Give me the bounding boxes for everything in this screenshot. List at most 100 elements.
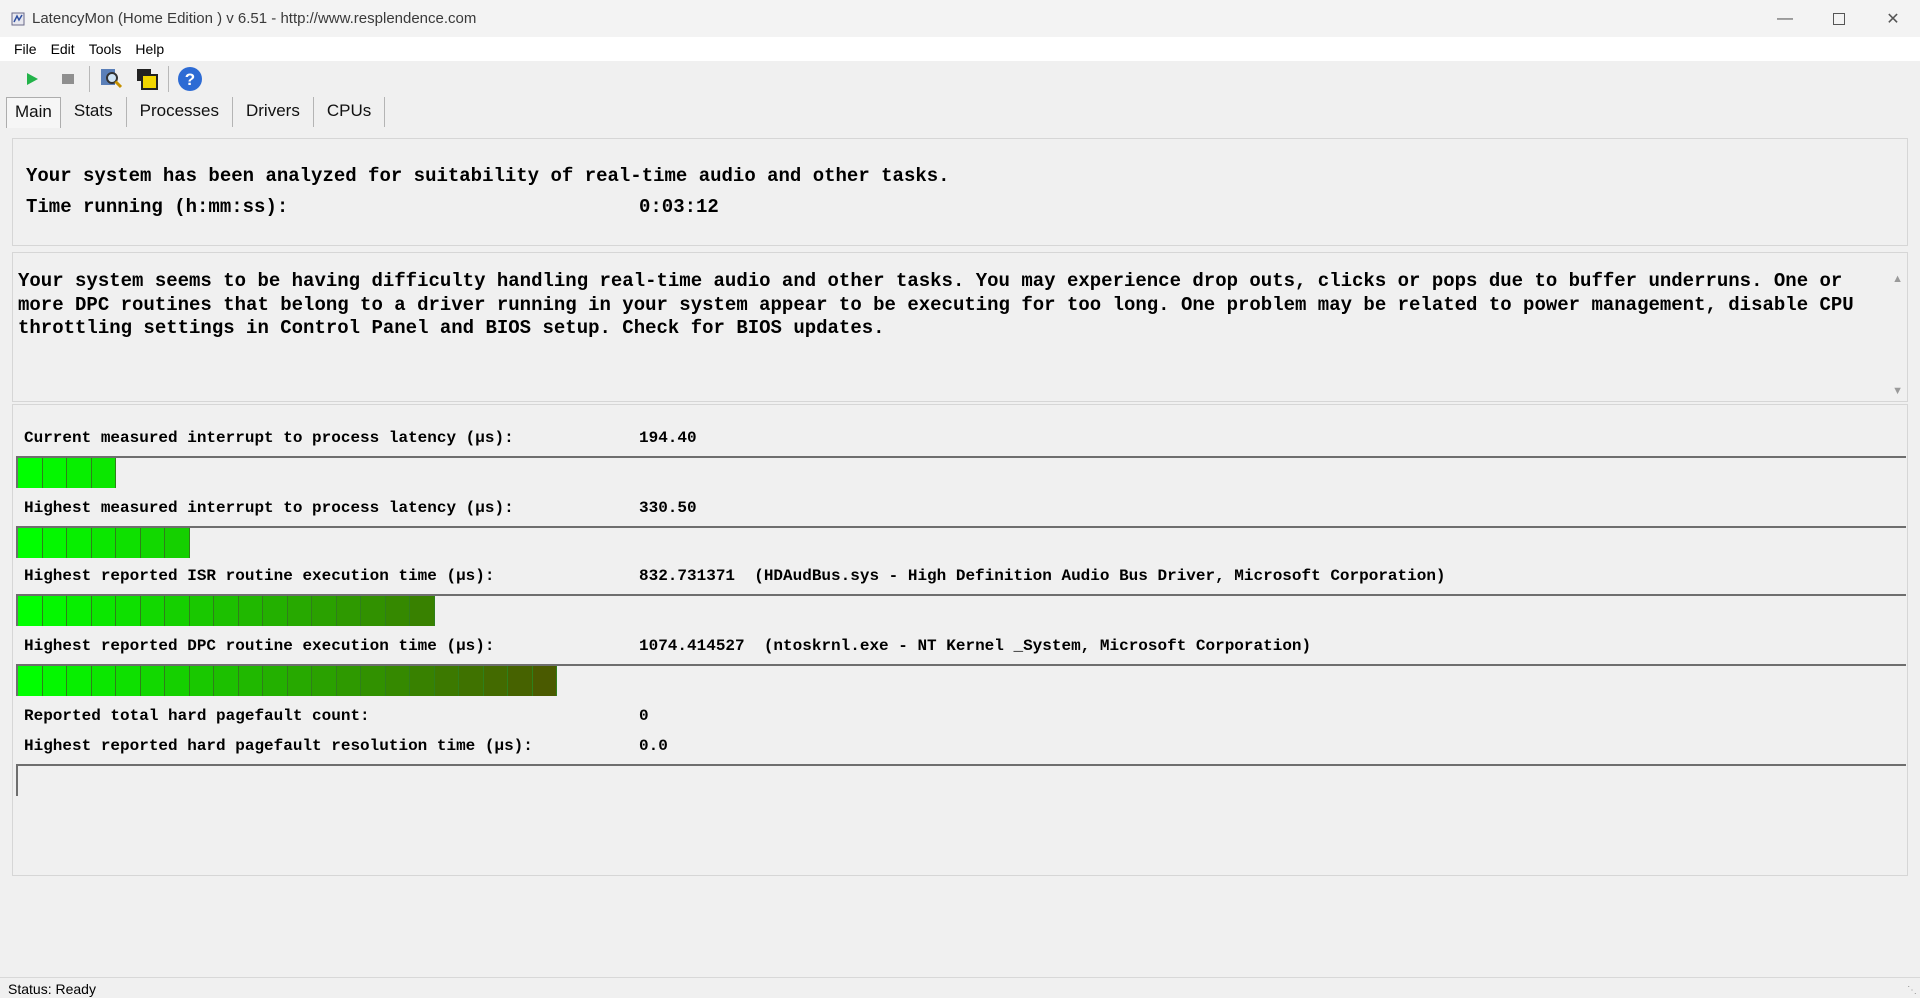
resize-grip-icon[interactable]: ⋱ — [1907, 985, 1917, 996]
meter-segment — [214, 596, 239, 626]
meter-segment — [140, 666, 165, 696]
time-running-value: 0:03:12 — [639, 196, 719, 218]
metrics-panel: Current measured interrupt to process la… — [12, 404, 1908, 876]
meter-segment — [42, 596, 67, 626]
meter-segment — [18, 528, 43, 558]
meter-segment — [287, 596, 312, 626]
meter-segment — [67, 596, 92, 626]
toolbar-separator — [168, 66, 169, 92]
meter-segment — [91, 596, 116, 626]
play-icon[interactable] — [14, 62, 50, 96]
dpc-time-meter — [16, 664, 1906, 696]
menu-help[interactable]: Help — [128, 41, 171, 57]
isr-time-label: Highest reported ISR routine execution t… — [24, 567, 495, 585]
meter-segment — [42, 666, 67, 696]
meter-segment — [91, 666, 116, 696]
highest-latency-meter — [16, 526, 1906, 558]
meter-segment — [42, 528, 67, 558]
highest-latency-value: 330.50 — [639, 499, 697, 517]
meter-segment — [165, 528, 190, 558]
stop-icon[interactable] — [50, 62, 86, 96]
message-panel[interactable]: Your system seems to be having difficult… — [12, 252, 1908, 402]
menu-edit[interactable]: Edit — [44, 41, 82, 57]
meter-segment — [459, 666, 484, 696]
analysis-summary: Your system has been analyzed for suitab… — [26, 165, 950, 187]
tab-main[interactable]: Main — [6, 97, 61, 128]
meter-segment — [165, 596, 190, 626]
pagefault-count-label: Reported total hard pagefault count: — [24, 707, 370, 725]
meter-segment — [385, 666, 410, 696]
meter-segment — [336, 596, 361, 626]
highest-latency-label: Highest measured interrupt to process la… — [24, 499, 514, 517]
windows-icon[interactable] — [129, 62, 165, 96]
current-latency-value: 194.40 — [639, 429, 697, 447]
pagefault-time-meter — [16, 764, 1906, 796]
meter-segment — [91, 528, 116, 558]
dpc-time-label: Highest reported DPC routine execution t… — [24, 637, 495, 655]
pagefault-time-label: Highest reported hard pagefault resoluti… — [24, 737, 533, 755]
meter-segment — [18, 666, 43, 696]
app-icon — [11, 12, 25, 25]
meter-segment — [67, 666, 92, 696]
meter-segment — [67, 458, 92, 488]
menu-tools[interactable]: Tools — [82, 41, 129, 57]
maximize-icon[interactable] — [1812, 0, 1866, 37]
meter-segment — [336, 666, 361, 696]
time-running-label: Time running (h:mm:ss): — [26, 196, 289, 218]
meter-segment — [312, 596, 337, 626]
meter-segment — [18, 458, 43, 488]
status-text: Status: Ready — [8, 981, 96, 997]
meter-segment — [263, 666, 288, 696]
meter-segment — [238, 666, 263, 696]
meter-segment — [42, 458, 67, 488]
meter-segment — [18, 596, 43, 626]
search-icon[interactable] — [93, 62, 129, 96]
meter-segment — [238, 596, 263, 626]
pagefault-time-value: 0.0 — [639, 737, 668, 755]
meter-segment — [410, 666, 435, 696]
menu-file[interactable]: File — [0, 41, 44, 57]
meter-segment — [189, 596, 214, 626]
meter-segment — [67, 528, 92, 558]
current-latency-label: Current measured interrupt to process la… — [24, 429, 514, 447]
svg-text:?: ? — [185, 70, 195, 89]
minimize-icon[interactable]: — — [1758, 0, 1812, 37]
help-icon[interactable]: ? — [172, 62, 208, 96]
scroll-up-icon[interactable]: ▲ — [1892, 273, 1903, 285]
meter-segment — [361, 666, 386, 696]
isr-time-value: 832.731371 (HDAudBus.sys - High Definiti… — [639, 567, 1446, 585]
title-bar: LatencyMon (Home Edition ) v 6.51 - http… — [0, 0, 1920, 37]
isr-time-meter — [16, 594, 1906, 626]
meter-segment — [91, 458, 116, 488]
dpc-driver-note: (ntoskrnl.exe - NT Kernel _System, Micro… — [763, 637, 1312, 655]
meter-segment — [434, 666, 459, 696]
summary-panel: Your system has been analyzed for suitab… — [12, 138, 1908, 246]
close-icon[interactable]: ✕ — [1866, 0, 1920, 37]
meter-segment — [214, 666, 239, 696]
meter-segment — [532, 666, 557, 696]
isr-driver-note: (HDAudBus.sys - High Definition Audio Bu… — [754, 567, 1446, 585]
dpc-time-value: 1074.414527 (ntoskrnl.exe - NT Kernel _S… — [639, 637, 1312, 655]
menu-bar: File Edit Tools Help — [0, 37, 1920, 61]
tab-drivers[interactable]: Drivers — [233, 97, 314, 127]
tab-stats[interactable]: Stats — [61, 97, 127, 127]
meter-segment — [263, 596, 288, 626]
diagnosis-message: Your system seems to be having difficult… — [18, 270, 1854, 339]
meter-segment — [361, 596, 386, 626]
pagefault-count-value: 0 — [639, 707, 649, 725]
scroll-down-icon[interactable]: ▼ — [1892, 385, 1903, 397]
current-latency-meter — [16, 456, 1906, 488]
status-bar: Status: Ready ⋱ — [0, 977, 1920, 998]
toolbar: ? — [0, 61, 1920, 97]
tab-bar: Main Stats Processes Drivers CPUs — [6, 97, 386, 128]
tab-processes[interactable]: Processes — [127, 97, 233, 127]
meter-segment — [508, 666, 533, 696]
tab-cpus[interactable]: CPUs — [314, 97, 386, 127]
window-title: LatencyMon (Home Edition ) v 6.51 - http… — [32, 10, 477, 27]
meter-segment — [189, 666, 214, 696]
meter-segment — [385, 596, 410, 626]
meter-segment — [116, 596, 141, 626]
meter-segment — [312, 666, 337, 696]
meter-segment — [165, 666, 190, 696]
meter-segment — [410, 596, 435, 626]
